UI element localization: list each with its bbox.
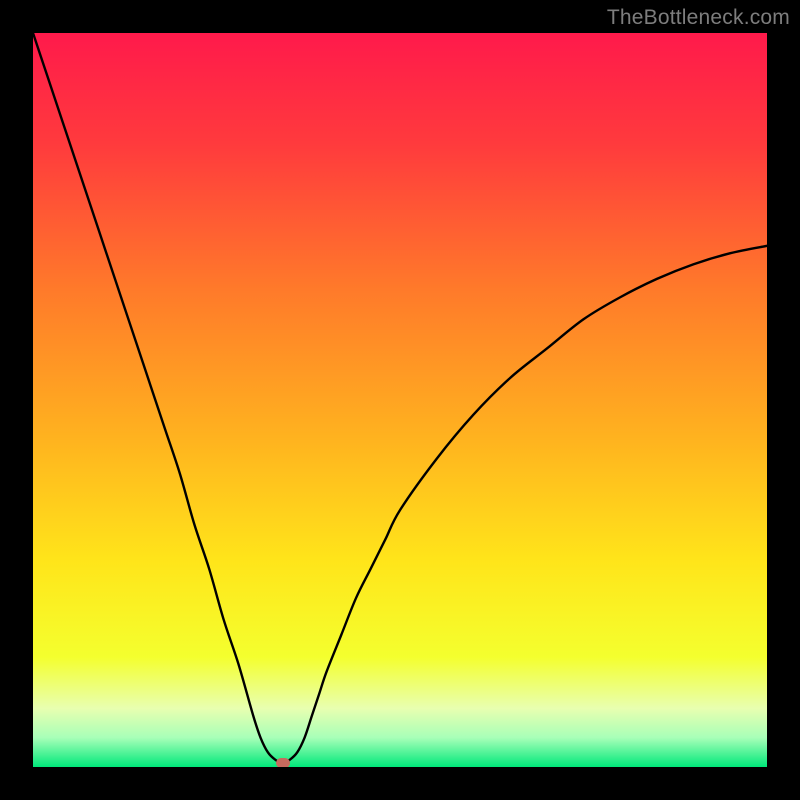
bottleneck-curve [33, 33, 767, 767]
watermark-text: TheBottleneck.com [607, 6, 790, 30]
optimal-point-marker [276, 758, 290, 767]
chart-frame: TheBottleneck.com [0, 0, 800, 800]
plot-area [33, 33, 767, 767]
